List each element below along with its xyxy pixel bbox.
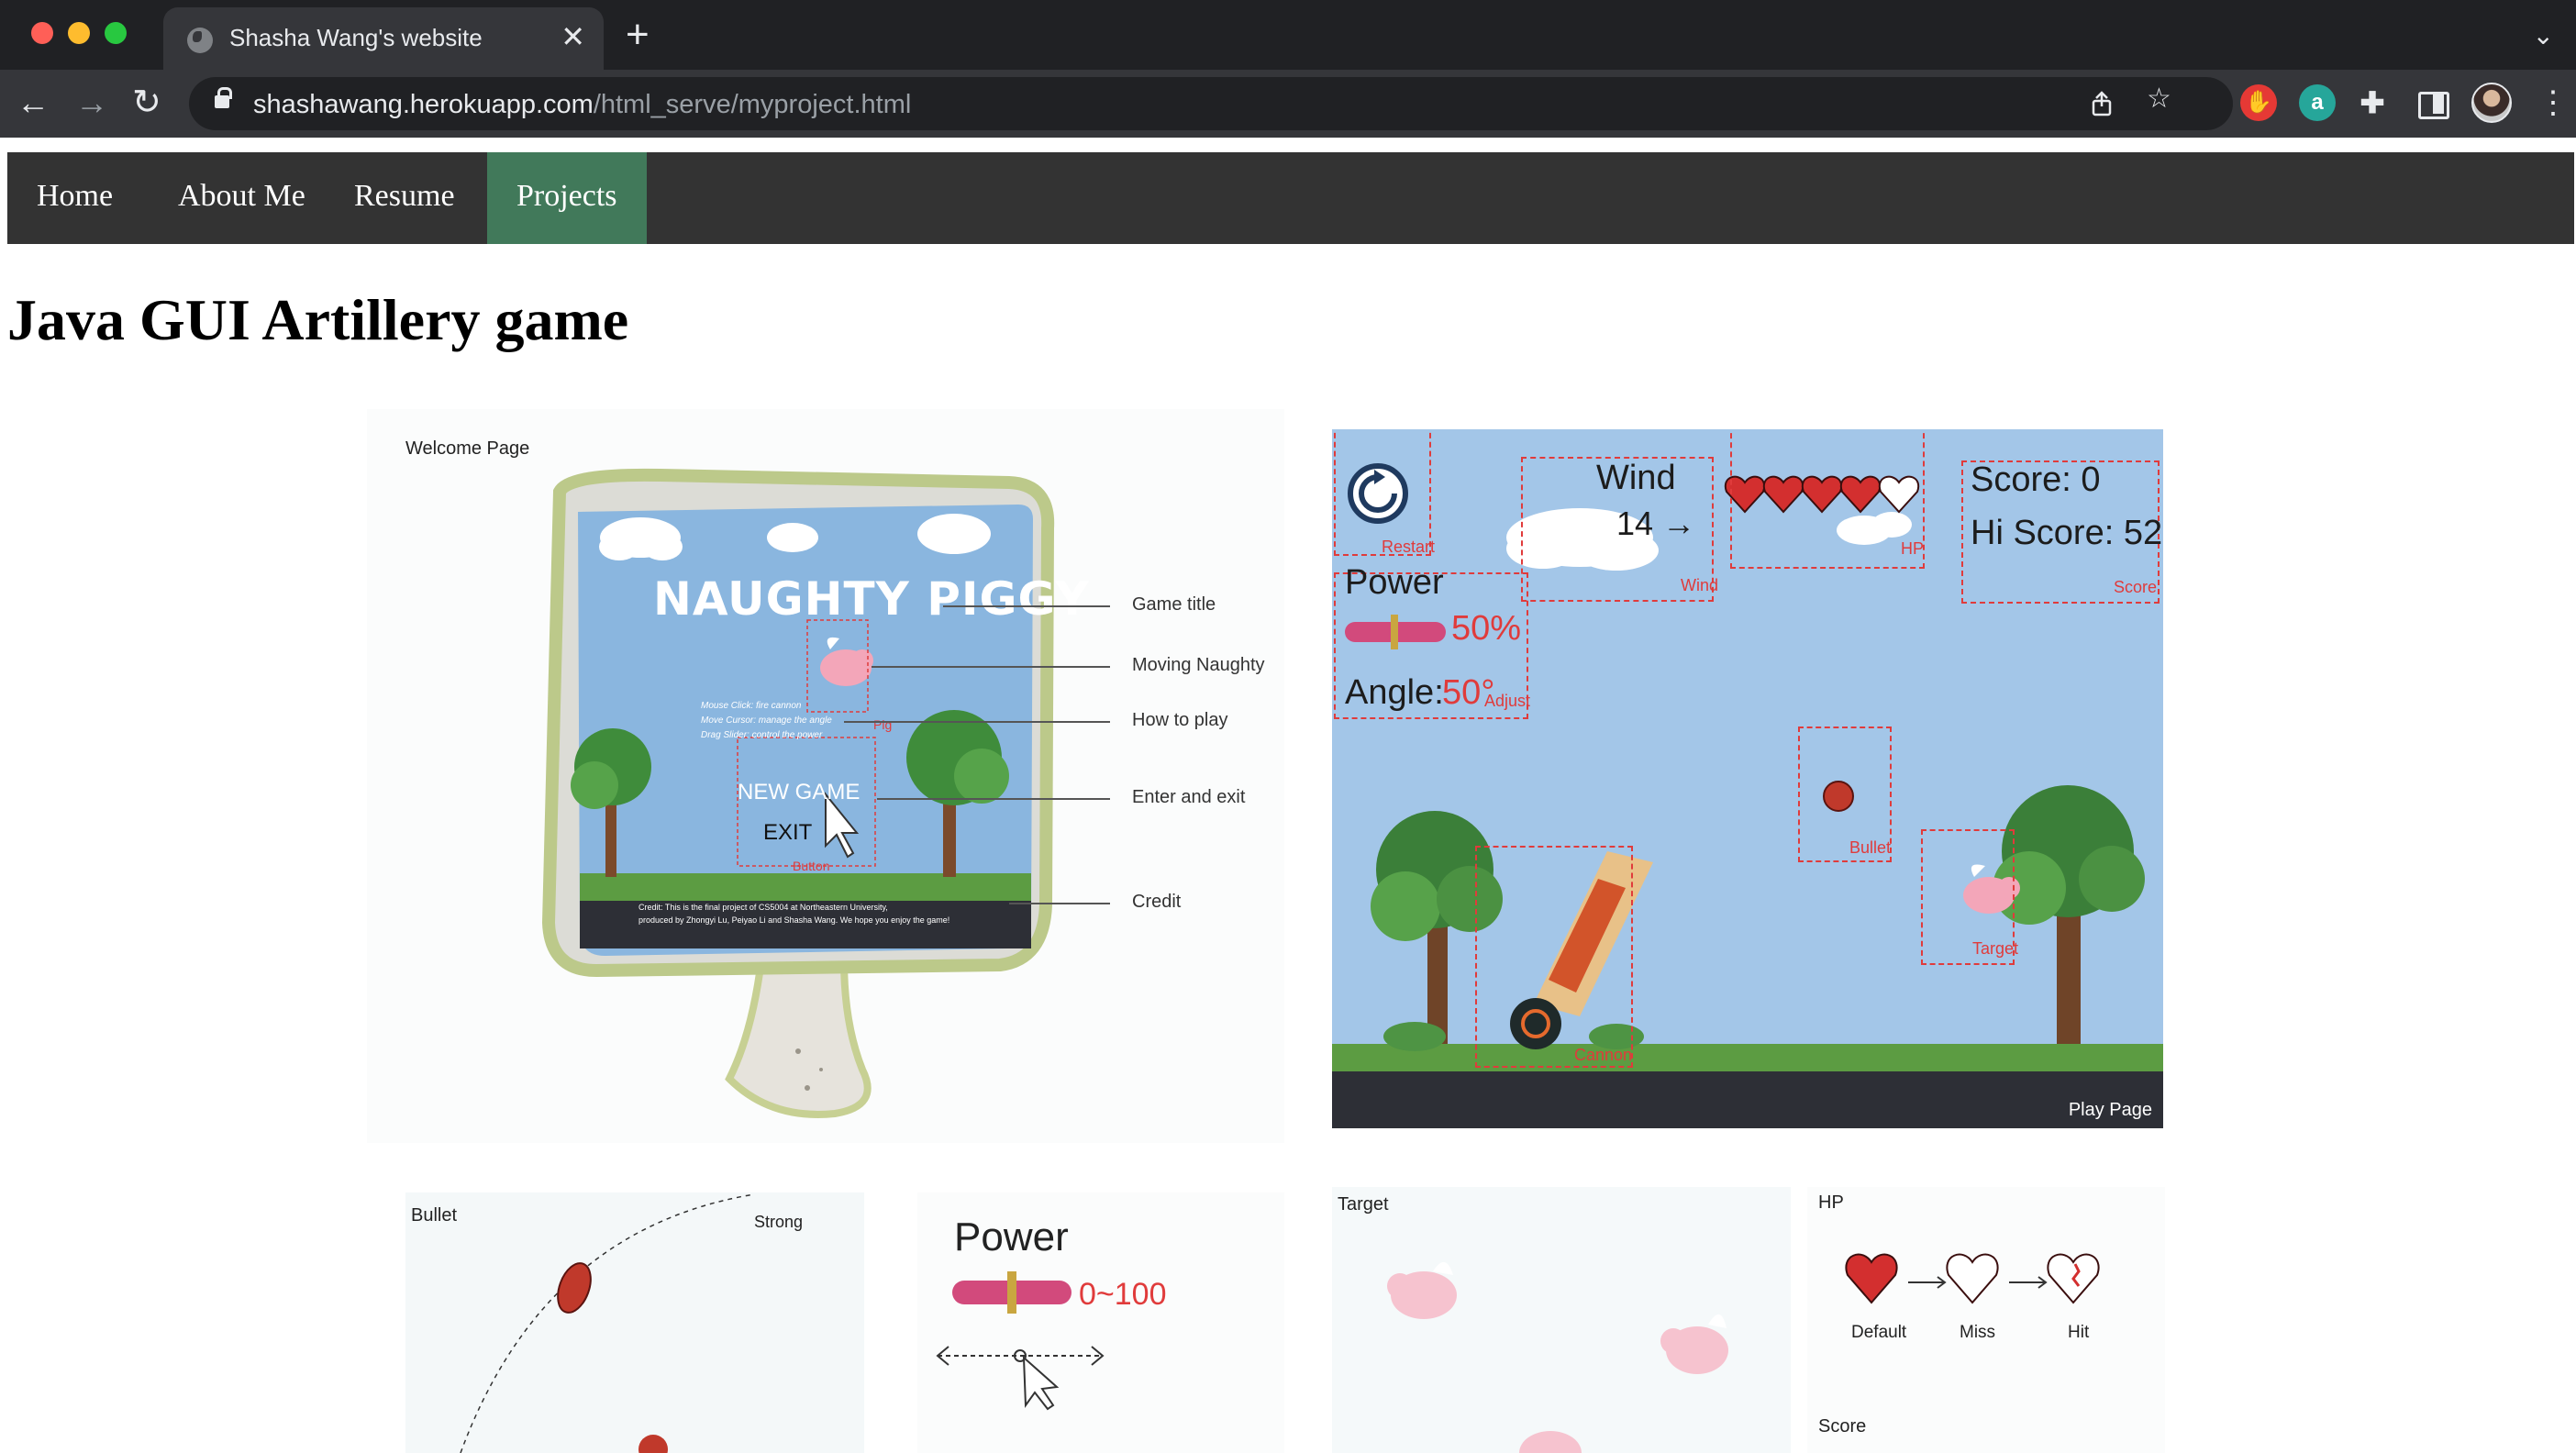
how-to-play-text: Mouse Click: fire cannon Move Cursor: ma… [701,699,832,743]
browser-toolbar: ← → ↻ shashawang.herokuapp.com/html_serv… [0,70,2576,138]
url-host: shashawang.herokuapp.com [253,90,594,119]
bookmark-star-icon[interactable]: ☆ [2147,83,2171,115]
power-figure: Power 0~100 [917,1192,1284,1453]
hp-annotation [1730,429,1925,569]
window-minimize-button[interactable] [68,22,90,44]
callout-moving-naughty: Moving Naughty [1132,655,1265,675]
welcome-page-figure: Welcome Page NAUGHTY PIGGY Mouse Click: … [367,409,1284,1143]
extensions-puzzle-icon[interactable]: ✚ [2354,84,2391,121]
cannon-tag: Cannon [1574,1046,1633,1064]
hp-state-default: Default [1851,1323,1907,1342]
tab-title: Shasha Wang's website [229,24,483,51]
callout-enter-exit: Enter and exit [1132,787,1246,807]
hp-state-miss: Miss [1960,1323,1996,1342]
power-value: 50% [1451,609,1522,648]
power-slider-illustration [936,1271,1105,1411]
window-zoom-button[interactable] [105,22,127,44]
instruction-line: Drag Slider: control the power [701,730,823,740]
hp-figure: HP Default Miss Hit Score [1807,1187,2165,1453]
game-title-text: NAUGHTY PIGGY [653,572,1090,626]
lock-icon [215,87,232,108]
bullet-tag: Bullet [1849,838,1892,857]
welcome-illustration [541,468,1055,1118]
bullet-trajectory-illustration [460,1193,755,1453]
play-page-caption: Play Page [2068,1100,2152,1120]
score-tag: Score [2114,578,2158,596]
callout-line [872,666,1110,668]
wind-tag: Wind [1681,576,1719,594]
callout-game-title: Game title [1132,594,1216,615]
more-menu-icon[interactable]: ⋮ [2537,83,2569,123]
browser-tab-bar: Shasha Wang's website ✕ + ⌄ [0,0,2576,70]
reload-icon[interactable]: ↻ [132,83,161,123]
site-navbar: Home About Me Resume Projects [7,152,2574,244]
cannon-annotation [1475,846,1633,1068]
bullet-figure: Bullet Strong [405,1192,864,1453]
pig-tag: Pig [873,717,893,732]
target-pigs-illustration [1387,1261,1728,1453]
instruction-line: Mouse Click: fire cannon [701,701,802,711]
back-arrow-icon[interactable]: ← [17,83,50,123]
power-range: 0~100 [1079,1277,1167,1312]
side-panel-icon[interactable] [2413,84,2449,121]
new-game-text: NEW GAME [738,780,861,804]
angle-label: Angle: [1345,673,1444,712]
globe-icon [187,28,213,53]
address-bar[interactable]: shashawang.herokuapp.com/html_serve/mypr… [189,77,2233,130]
extension-a-icon[interactable]: a [2299,84,2336,121]
url-path: /html_serve/myproject.html [593,90,912,119]
wind-label: Wind [1596,459,1676,497]
instruction-line: Move Cursor: manage the angle [701,715,832,726]
button-tag: Button [793,859,830,873]
callout-how-to-play: How to play [1132,710,1228,730]
forward-arrow-icon[interactable]: → [75,83,108,123]
chevron-down-icon[interactable]: ⌄ [2533,20,2554,50]
url-text: shashawang.herokuapp.com/html_serve/mypr… [253,90,911,120]
nav-projects-link[interactable]: Projects [487,152,647,244]
hp-tag: HP [1901,539,1925,558]
adjust-tag: Adjust [1484,692,1531,710]
hi-score-value: Hi Score: 520 [1971,514,2163,552]
target-figure: Target [1332,1187,1791,1453]
callout-line [1009,903,1110,904]
nav-home-link[interactable]: Home [7,152,142,244]
browser-tab[interactable]: Shasha Wang's website ✕ [163,7,604,70]
restart-tag: Restart [1382,538,1436,556]
callout-line [943,605,1110,607]
extension-hand-icon[interactable]: ✋ [2240,84,2277,121]
score-value: Score: 0 [1971,460,2101,499]
credit-line: produced by Zhongyi Lu, Peiyao Li and Sh… [638,915,950,925]
profile-avatar[interactable] [2471,83,2512,123]
hp-states-illustration [1845,1253,2100,1304]
nav-about-link[interactable]: About Me [149,152,335,244]
new-tab-icon[interactable]: + [626,15,650,55]
play-page-figure: Wind 14 → Score: 0 Hi Score: 520 Power 5… [1332,429,2163,1128]
tab-close-icon[interactable]: ✕ [561,20,585,53]
exit-text: EXIT [763,820,813,845]
target-tag: Target [1972,939,2019,958]
page-title: Java GUI Artillery game [7,287,629,352]
wind-value: 14 → [1616,505,1696,542]
power-label: Power [1345,563,1444,602]
nav-resume-link[interactable]: Resume [325,152,484,244]
callout-line [844,721,1110,723]
callout-credit: Credit [1132,892,1182,912]
score-label: Score [1818,1416,1867,1436]
credit-text: Credit: This is the final project of CS5… [638,901,949,926]
callout-line [877,798,1110,800]
hp-state-hit: Hit [2068,1323,2090,1342]
share-icon[interactable] [2088,90,2115,117]
window-close-button[interactable] [31,22,53,44]
credit-line: Credit: This is the final project of CS5… [638,903,888,912]
